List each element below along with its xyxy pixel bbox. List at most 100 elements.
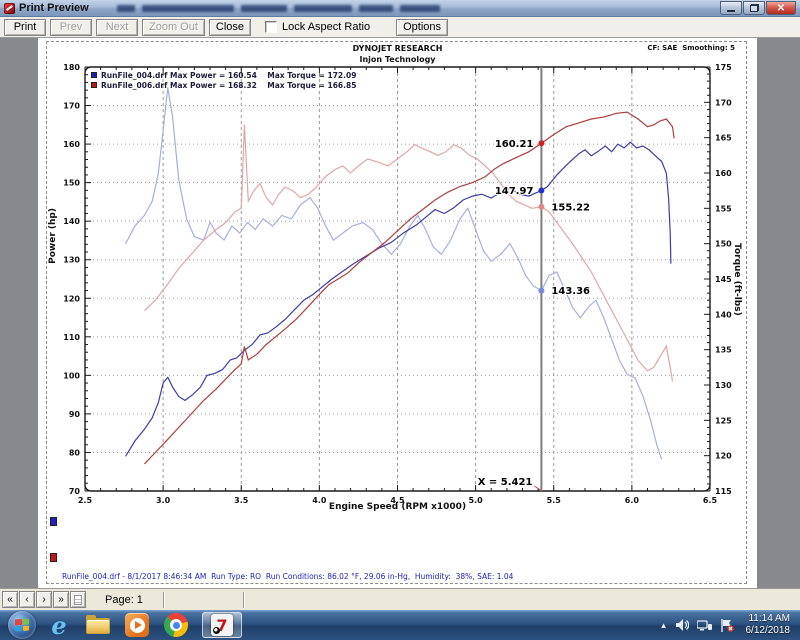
run-icon-blue [50, 517, 57, 526]
svg-text:120: 120 [63, 294, 80, 303]
network-icon[interactable] [697, 619, 712, 631]
report-page: DYNOJET RESEARCH Injon Technology CF: SA… [38, 38, 757, 588]
options-button[interactable]: Options [396, 19, 448, 36]
export-page-button[interactable] [70, 591, 86, 608]
app-icon [4, 3, 15, 14]
legend-row-baseline: RunFile_004.drf Max Power = 160.54 Max T… [91, 70, 356, 80]
restore-icon [750, 4, 759, 12]
chart-legend: RunFile_004.drf Max Power = 160.54 Max T… [91, 70, 356, 90]
svg-text:115: 115 [715, 487, 732, 496]
chrome-icon [164, 613, 188, 637]
next-button[interactable]: Next [96, 19, 138, 36]
svg-text:170: 170 [715, 98, 732, 107]
legend-row-ses1500tt: RunFile_006.drf Max Power = 168.32 Max T… [91, 80, 356, 90]
screen: Print Preview ✕ Print Prev Next Zoom Out… [0, 0, 800, 640]
run-icon-red [50, 553, 57, 562]
chrome-taskbar-button[interactable] [163, 612, 189, 638]
winpep-taskbar-button[interactable]: 7 [202, 612, 242, 638]
next-page-button[interactable]: › [36, 591, 52, 608]
file-explorer-taskbar-button[interactable] [85, 612, 111, 638]
lock-aspect-ratio-label: Lock Aspect Ratio [282, 21, 370, 33]
svg-text:145: 145 [715, 275, 732, 284]
action-center-flag-icon[interactable] [720, 619, 734, 632]
window-titlebar: Print Preview ✕ [0, 0, 800, 17]
statusbar-divider [163, 592, 165, 608]
soccer-ball-icon [213, 627, 220, 634]
legend-swatch-blue [91, 72, 97, 78]
taskbar-clock[interactable]: 11:14 AM 6/12/2018 [746, 613, 791, 637]
svg-text:130: 130 [63, 256, 80, 265]
ses1500tt-power-curve [144, 112, 674, 464]
svg-text:147.97: 147.97 [495, 186, 534, 197]
svg-text:180: 180 [63, 63, 80, 72]
svg-text:100: 100 [63, 371, 80, 380]
statusbar: « ‹ › » Page: 1 [0, 588, 800, 610]
document-icon [74, 595, 82, 605]
close-window-button[interactable]: ✕ [766, 1, 796, 15]
svg-text:165: 165 [715, 134, 732, 143]
media-player-taskbar-button[interactable] [124, 612, 150, 638]
first-page-button[interactable]: « [2, 591, 18, 608]
svg-text:125: 125 [715, 416, 732, 425]
taskbar: e 7 ▲ 11:14 AM 6/12/2018 [0, 610, 800, 640]
svg-text:170: 170 [63, 102, 80, 111]
legend-text: RunFile_004.drf Max Power = 160.54 Max T… [101, 71, 356, 80]
clock-time: 11:14 AM [746, 613, 791, 625]
window-title: Print Preview [19, 2, 89, 14]
svg-text:80: 80 [69, 448, 81, 457]
speaker-icon[interactable] [676, 619, 689, 631]
report-title: DYNOJET RESEARCH [85, 44, 710, 53]
windows-logo-icon [15, 619, 29, 632]
correction-factor-note: CF: SAE Smoothing: 5 [647, 44, 735, 52]
zoom-out-button[interactable]: Zoom Out [142, 19, 205, 36]
rpm-axis-title: Engine Speed (RPM x1000) [85, 502, 710, 512]
clock-date: 6/12/2018 [746, 625, 791, 637]
close-icon: ✕ [777, 3, 785, 14]
svg-text:140: 140 [715, 310, 732, 319]
baseline-power-curve [126, 142, 671, 456]
preview-area: DYNOJET RESEARCH Injon Technology CF: SA… [0, 38, 800, 588]
power-axis-title: Power (hp) [48, 208, 58, 264]
start-button[interactable] [8, 611, 36, 639]
svg-text:70: 70 [69, 487, 81, 496]
last-page-button[interactable]: » [53, 591, 69, 608]
close-button[interactable]: Close [209, 19, 251, 36]
svg-text:140: 140 [63, 217, 80, 226]
internet-explorer-taskbar-button[interactable]: e [46, 612, 72, 638]
previous-page-button[interactable]: ‹ [19, 591, 35, 608]
svg-text:143.36: 143.36 [551, 286, 590, 297]
svg-text:160: 160 [63, 140, 80, 149]
media-player-icon [125, 613, 149, 637]
redacted-title-text [117, 5, 440, 12]
restore-button[interactable] [743, 1, 765, 15]
svg-text:130: 130 [715, 381, 732, 390]
svg-text:175: 175 [715, 63, 732, 72]
print-button[interactable]: Print [4, 19, 46, 36]
legend-text: RunFile_006.drf Max Power = 168.32 Max T… [101, 81, 356, 90]
ses1500tt-torque-curve [144, 125, 672, 382]
page-number-label: Page: 1 [105, 594, 143, 606]
show-hidden-icons-button[interactable]: ▲ [660, 621, 668, 630]
svg-text:X = 5.421: X = 5.421 [478, 477, 533, 488]
minimize-icon [727, 10, 735, 12]
legend-swatch-red [91, 82, 97, 88]
statusbar-divider [243, 592, 245, 608]
svg-text:155.22: 155.22 [551, 202, 590, 213]
svg-text:120: 120 [715, 452, 732, 461]
svg-text:150: 150 [63, 179, 80, 188]
minimize-button[interactable] [720, 1, 742, 15]
baseline-torque-curve [126, 88, 662, 460]
winpep-icon: 7 [211, 614, 233, 636]
svg-text:160.21: 160.21 [495, 139, 534, 150]
svg-text:135: 135 [715, 346, 732, 355]
prev-button[interactable]: Prev [50, 19, 92, 36]
internet-explorer-icon: e [51, 611, 66, 640]
svg-text:150: 150 [715, 240, 732, 249]
svg-text:155: 155 [715, 204, 732, 213]
lock-aspect-ratio-checkbox[interactable] [265, 21, 277, 33]
system-tray: ▲ 11:14 AM 6/12/2018 [660, 613, 796, 637]
svg-text:90: 90 [69, 410, 81, 419]
torque-axis-title: Torque (ft-lbs) [732, 243, 742, 316]
svg-text:160: 160 [715, 169, 732, 178]
print-preview-toolbar: Print Prev Next Zoom Out Close Lock Aspe… [0, 17, 800, 38]
